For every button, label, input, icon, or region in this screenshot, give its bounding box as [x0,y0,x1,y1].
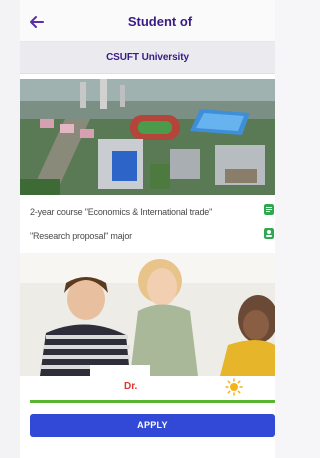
campus-illustration [20,79,275,195]
progress-bar [30,400,275,403]
students-illustration [20,253,275,376]
page-title: Student of [127,14,193,29]
students-group-photo [20,253,275,376]
course-text: 2-year course "Economics & International… [30,207,213,217]
progress-fill [30,400,275,403]
student-of-screen: Student of CSUFT University 2-year cours… [20,0,275,458]
subtitle-band: CSUFT University [20,42,275,74]
top-bar: Student of [20,0,275,42]
left-edge [0,0,20,458]
major-text: "Research proposal" major [30,231,132,241]
sun-icon [225,378,243,396]
degree-row: Dr. [20,376,275,398]
degree-label: Dr. [124,381,138,392]
arrow-left-icon[interactable] [26,11,48,33]
apply-button[interactable]: APPLY [30,414,275,437]
document-icon [264,204,274,215]
university-name: CSUFT University [106,52,189,63]
campus-aerial-photo [20,79,275,195]
person-badge-icon [264,228,274,239]
